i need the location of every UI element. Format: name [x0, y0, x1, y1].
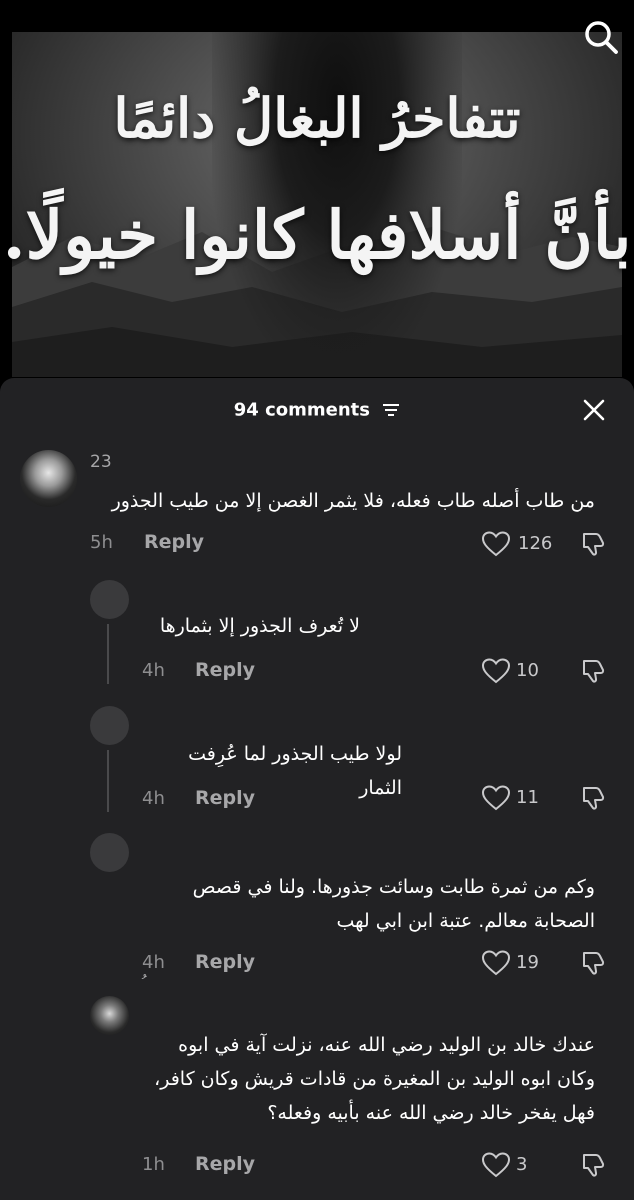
comment-username[interactable]: 23 — [90, 452, 112, 472]
avatar[interactable] — [90, 833, 129, 872]
reply-button[interactable]: Reply — [195, 1153, 255, 1175]
comments-count[interactable]: 94 comments — [0, 399, 634, 421]
search-icon[interactable] — [582, 18, 620, 56]
dislike-icon[interactable] — [580, 1152, 606, 1178]
avatar[interactable] — [20, 450, 77, 507]
video-caption-line-1: تتفاخرُ البغالُ دائمًا — [113, 86, 521, 150]
comment-text: وكم من ثمرة طابت وسائت جذورها. ولنا في ق… — [192, 876, 595, 932]
comment-time: 4h — [142, 660, 165, 681]
sort-filter-icon[interactable] — [382, 403, 400, 417]
reply-button[interactable]: Reply — [195, 787, 255, 809]
heart-icon[interactable] — [482, 531, 510, 557]
dislike-icon[interactable] — [580, 785, 606, 811]
like-count: 3 — [516, 1154, 528, 1175]
comments-panel: 94 comments 23 من طاب أصله طاب فعله، فلا… — [0, 378, 634, 1200]
reply-button[interactable]: Reply — [144, 531, 204, 553]
heart-icon[interactable] — [482, 950, 510, 976]
comment-text: عندك خالد بن الوليد رضي الله عنه، نزلت آ… — [154, 1034, 595, 1124]
comments-count-label: 94 comments — [233, 399, 370, 421]
reply-button[interactable]: Reply — [195, 659, 255, 681]
comment-time: 4h — [142, 952, 165, 973]
thread-line — [107, 750, 109, 812]
like-count: 126 — [518, 533, 553, 554]
like-count: 19 — [516, 952, 539, 973]
heart-icon[interactable] — [482, 1152, 510, 1178]
comment-text: لا تُعرف الجذور إلا بثمارها — [159, 615, 360, 637]
comment-text: لولا طيب الجذور لما عُرِفت الثمار — [188, 743, 402, 799]
comment-time: 5h — [90, 532, 113, 553]
avatar[interactable] — [90, 996, 129, 1035]
video-caption-line-2: بأنَّ أسلافها كانوا خيولًا. — [2, 196, 632, 274]
comment-time: 4h — [142, 788, 165, 809]
comments-header: 94 comments — [0, 378, 634, 442]
avatar[interactable] — [90, 580, 129, 619]
dislike-icon[interactable] — [580, 531, 606, 557]
thread-line — [107, 624, 109, 684]
reply-button[interactable]: Reply — [195, 951, 255, 973]
close-icon[interactable] — [582, 398, 606, 422]
dislike-icon[interactable] — [580, 658, 606, 684]
avatar[interactable] — [90, 706, 129, 745]
comment-time: 1h — [142, 1154, 165, 1175]
dislike-icon[interactable] — [580, 950, 606, 976]
like-count: 10 — [516, 660, 539, 681]
comment-text: من طاب أصله طاب فعله، فلا يثمر الغصن إلا… — [111, 490, 595, 512]
heart-icon[interactable] — [482, 658, 510, 684]
like-count: 11 — [516, 787, 539, 808]
heart-icon[interactable] — [482, 785, 510, 811]
